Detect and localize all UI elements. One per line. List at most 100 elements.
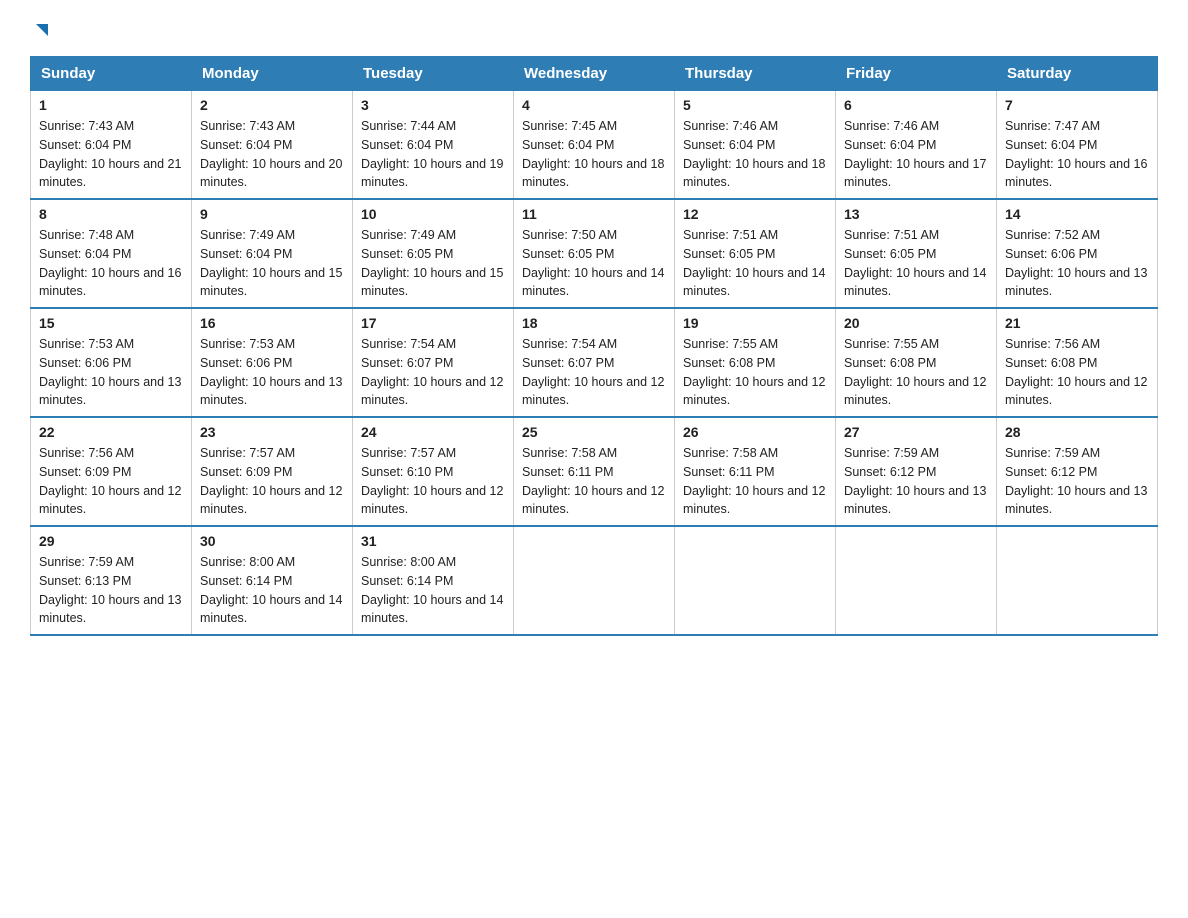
day-number: 17 — [361, 315, 505, 331]
day-info: Sunrise: 7:59 AMSunset: 6:12 PMDaylight:… — [1005, 444, 1149, 519]
table-cell: 17 Sunrise: 7:54 AMSunset: 6:07 PMDaylig… — [353, 308, 514, 417]
calendar-table: SundayMondayTuesdayWednesdayThursdayFrid… — [30, 56, 1158, 636]
day-info: Sunrise: 7:58 AMSunset: 6:11 PMDaylight:… — [522, 444, 666, 519]
table-cell: 13 Sunrise: 7:51 AMSunset: 6:05 PMDaylig… — [836, 199, 997, 308]
table-cell: 24 Sunrise: 7:57 AMSunset: 6:10 PMDaylig… — [353, 417, 514, 526]
table-cell: 22 Sunrise: 7:56 AMSunset: 6:09 PMDaylig… — [31, 417, 192, 526]
day-number: 30 — [200, 533, 344, 549]
table-cell: 12 Sunrise: 7:51 AMSunset: 6:05 PMDaylig… — [675, 199, 836, 308]
day-info: Sunrise: 7:46 AMSunset: 6:04 PMDaylight:… — [844, 117, 988, 192]
table-cell: 11 Sunrise: 7:50 AMSunset: 6:05 PMDaylig… — [514, 199, 675, 308]
day-info: Sunrise: 7:54 AMSunset: 6:07 PMDaylight:… — [361, 335, 505, 410]
day-number: 16 — [200, 315, 344, 331]
week-row-3: 15 Sunrise: 7:53 AMSunset: 6:06 PMDaylig… — [31, 308, 1158, 417]
day-info: Sunrise: 7:49 AMSunset: 6:04 PMDaylight:… — [200, 226, 344, 301]
table-cell — [675, 526, 836, 635]
logo-triangle-icon — [32, 20, 52, 40]
header-friday: Friday — [836, 57, 997, 91]
table-cell: 10 Sunrise: 7:49 AMSunset: 6:05 PMDaylig… — [353, 199, 514, 308]
day-info: Sunrise: 7:45 AMSunset: 6:04 PMDaylight:… — [522, 117, 666, 192]
day-info: Sunrise: 7:43 AMSunset: 6:04 PMDaylight:… — [39, 117, 183, 192]
table-cell: 25 Sunrise: 7:58 AMSunset: 6:11 PMDaylig… — [514, 417, 675, 526]
day-number: 25 — [522, 424, 666, 440]
table-cell: 8 Sunrise: 7:48 AMSunset: 6:04 PMDayligh… — [31, 199, 192, 308]
day-info: Sunrise: 7:59 AMSunset: 6:13 PMDaylight:… — [39, 553, 183, 628]
table-cell: 1 Sunrise: 7:43 AMSunset: 6:04 PMDayligh… — [31, 91, 192, 200]
day-number: 23 — [200, 424, 344, 440]
day-info: Sunrise: 7:51 AMSunset: 6:05 PMDaylight:… — [683, 226, 827, 301]
table-cell — [997, 526, 1158, 635]
table-cell: 6 Sunrise: 7:46 AMSunset: 6:04 PMDayligh… — [836, 91, 997, 200]
day-info: Sunrise: 7:47 AMSunset: 6:04 PMDaylight:… — [1005, 117, 1149, 192]
header-sunday: Sunday — [31, 57, 192, 91]
day-info: Sunrise: 7:51 AMSunset: 6:05 PMDaylight:… — [844, 226, 988, 301]
header-monday: Monday — [192, 57, 353, 91]
day-number: 20 — [844, 315, 988, 331]
day-number: 5 — [683, 97, 827, 113]
day-number: 4 — [522, 97, 666, 113]
table-cell: 20 Sunrise: 7:55 AMSunset: 6:08 PMDaylig… — [836, 308, 997, 417]
day-info: Sunrise: 7:55 AMSunset: 6:08 PMDaylight:… — [844, 335, 988, 410]
table-cell: 29 Sunrise: 7:59 AMSunset: 6:13 PMDaylig… — [31, 526, 192, 635]
day-info: Sunrise: 7:59 AMSunset: 6:12 PMDaylight:… — [844, 444, 988, 519]
week-row-1: 1 Sunrise: 7:43 AMSunset: 6:04 PMDayligh… — [31, 91, 1158, 200]
logo — [30, 20, 52, 40]
table-cell: 3 Sunrise: 7:44 AMSunset: 6:04 PMDayligh… — [353, 91, 514, 200]
day-number: 21 — [1005, 315, 1149, 331]
day-number: 8 — [39, 206, 183, 222]
day-info: Sunrise: 7:46 AMSunset: 6:04 PMDaylight:… — [683, 117, 827, 192]
table-cell: 28 Sunrise: 7:59 AMSunset: 6:12 PMDaylig… — [997, 417, 1158, 526]
day-number: 26 — [683, 424, 827, 440]
day-number: 31 — [361, 533, 505, 549]
table-cell: 4 Sunrise: 7:45 AMSunset: 6:04 PMDayligh… — [514, 91, 675, 200]
table-cell — [514, 526, 675, 635]
table-cell — [836, 526, 997, 635]
header-tuesday: Tuesday — [353, 57, 514, 91]
day-info: Sunrise: 7:50 AMSunset: 6:05 PMDaylight:… — [522, 226, 666, 301]
day-info: Sunrise: 7:56 AMSunset: 6:08 PMDaylight:… — [1005, 335, 1149, 410]
table-cell: 18 Sunrise: 7:54 AMSunset: 6:07 PMDaylig… — [514, 308, 675, 417]
week-row-5: 29 Sunrise: 7:59 AMSunset: 6:13 PMDaylig… — [31, 526, 1158, 635]
day-info: Sunrise: 7:52 AMSunset: 6:06 PMDaylight:… — [1005, 226, 1149, 301]
table-cell: 23 Sunrise: 7:57 AMSunset: 6:09 PMDaylig… — [192, 417, 353, 526]
day-number: 27 — [844, 424, 988, 440]
day-info: Sunrise: 7:53 AMSunset: 6:06 PMDaylight:… — [200, 335, 344, 410]
day-info: Sunrise: 7:57 AMSunset: 6:09 PMDaylight:… — [200, 444, 344, 519]
table-cell: 2 Sunrise: 7:43 AMSunset: 6:04 PMDayligh… — [192, 91, 353, 200]
week-row-2: 8 Sunrise: 7:48 AMSunset: 6:04 PMDayligh… — [31, 199, 1158, 308]
day-info: Sunrise: 7:58 AMSunset: 6:11 PMDaylight:… — [683, 444, 827, 519]
day-info: Sunrise: 7:57 AMSunset: 6:10 PMDaylight:… — [361, 444, 505, 519]
day-number: 14 — [1005, 206, 1149, 222]
table-cell: 19 Sunrise: 7:55 AMSunset: 6:08 PMDaylig… — [675, 308, 836, 417]
table-cell: 14 Sunrise: 7:52 AMSunset: 6:06 PMDaylig… — [997, 199, 1158, 308]
day-number: 29 — [39, 533, 183, 549]
day-number: 10 — [361, 206, 505, 222]
header-wednesday: Wednesday — [514, 57, 675, 91]
day-info: Sunrise: 8:00 AMSunset: 6:14 PMDaylight:… — [361, 553, 505, 628]
day-info: Sunrise: 7:48 AMSunset: 6:04 PMDaylight:… — [39, 226, 183, 301]
day-number: 1 — [39, 97, 183, 113]
table-cell: 15 Sunrise: 7:53 AMSunset: 6:06 PMDaylig… — [31, 308, 192, 417]
day-number: 13 — [844, 206, 988, 222]
day-number: 28 — [1005, 424, 1149, 440]
day-info: Sunrise: 7:49 AMSunset: 6:05 PMDaylight:… — [361, 226, 505, 301]
header-thursday: Thursday — [675, 57, 836, 91]
table-cell: 31 Sunrise: 8:00 AMSunset: 6:14 PMDaylig… — [353, 526, 514, 635]
day-number: 18 — [522, 315, 666, 331]
day-number: 19 — [683, 315, 827, 331]
day-info: Sunrise: 7:55 AMSunset: 6:08 PMDaylight:… — [683, 335, 827, 410]
page-header — [30, 20, 1158, 40]
table-cell: 9 Sunrise: 7:49 AMSunset: 6:04 PMDayligh… — [192, 199, 353, 308]
day-number: 24 — [361, 424, 505, 440]
table-cell: 21 Sunrise: 7:56 AMSunset: 6:08 PMDaylig… — [997, 308, 1158, 417]
day-number: 9 — [200, 206, 344, 222]
header-saturday: Saturday — [997, 57, 1158, 91]
day-number: 6 — [844, 97, 988, 113]
day-info: Sunrise: 7:53 AMSunset: 6:06 PMDaylight:… — [39, 335, 183, 410]
table-cell: 30 Sunrise: 8:00 AMSunset: 6:14 PMDaylig… — [192, 526, 353, 635]
day-number: 11 — [522, 206, 666, 222]
table-cell: 27 Sunrise: 7:59 AMSunset: 6:12 PMDaylig… — [836, 417, 997, 526]
day-info: Sunrise: 8:00 AMSunset: 6:14 PMDaylight:… — [200, 553, 344, 628]
day-number: 15 — [39, 315, 183, 331]
day-number: 2 — [200, 97, 344, 113]
